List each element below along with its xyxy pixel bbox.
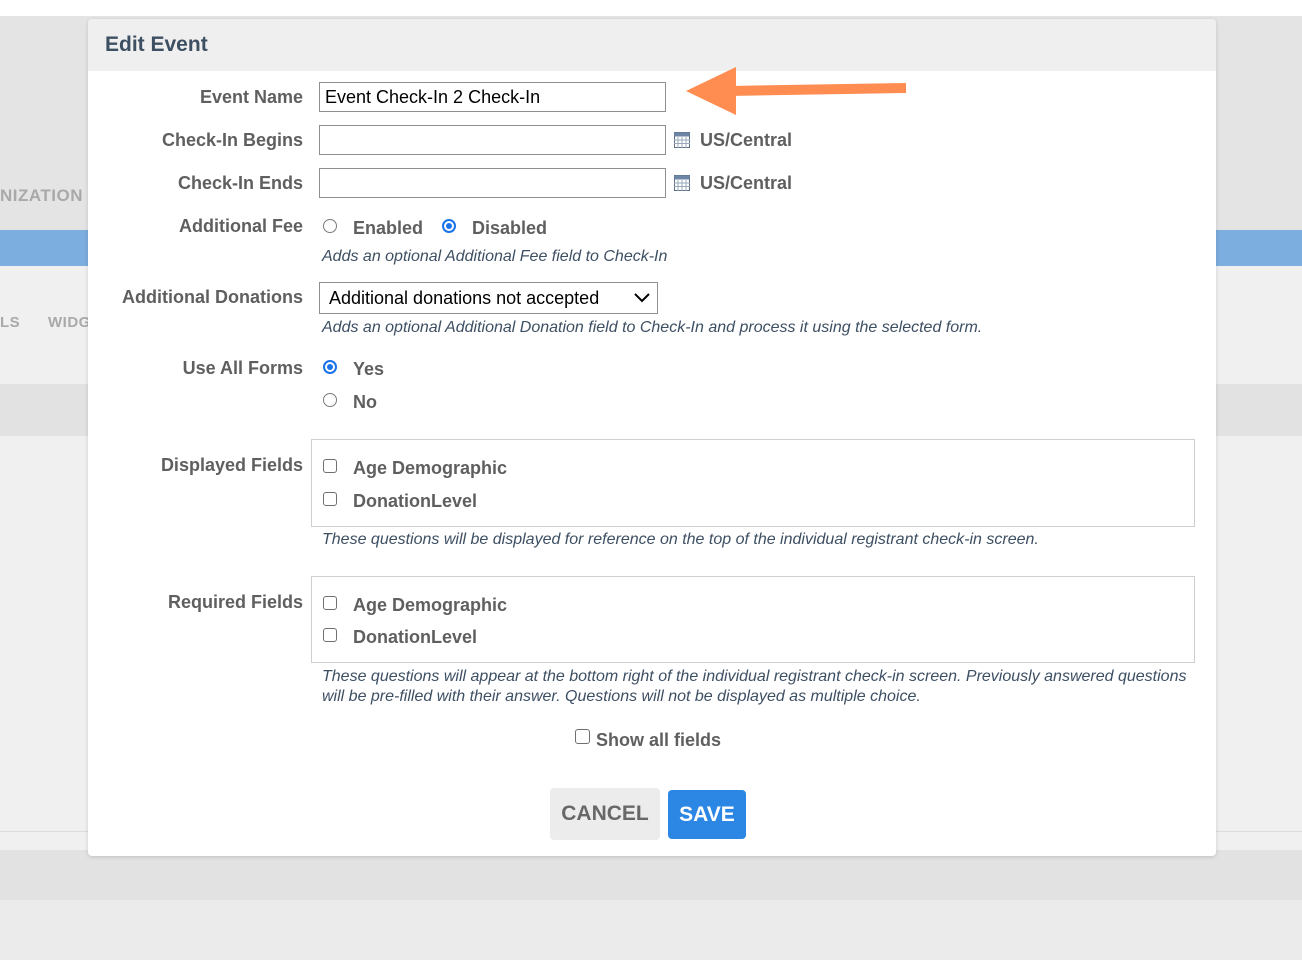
required-fields-help: These questions will appear at the botto… bbox=[322, 668, 1187, 705]
background-tab-fragment: LS bbox=[0, 314, 21, 331]
displayed-fields-label: Displayed Fields bbox=[160, 455, 303, 475]
checkin-begins-timezone: US/Central bbox=[700, 130, 793, 150]
checkin-begins-label: Check-In Begins bbox=[161, 130, 303, 150]
additional-donations-help: Adds an optional Additional Donation fie… bbox=[322, 319, 983, 336]
use-all-forms-yes-label[interactable]: Yes bbox=[353, 359, 384, 380]
cancel-button[interactable]: CANCEL bbox=[550, 788, 660, 840]
calendar-icon[interactable] bbox=[674, 132, 690, 148]
checkin-ends-input[interactable] bbox=[319, 168, 666, 198]
additional-fee-disabled-label[interactable]: Disabled bbox=[472, 218, 547, 239]
additional-fee-label: Additional Fee bbox=[178, 216, 303, 236]
displayed-field-checkbox-donation-level[interactable] bbox=[323, 492, 337, 506]
required-field-label-donation-level[interactable]: DonationLevel bbox=[353, 627, 477, 648]
event-name-label: Event Name bbox=[199, 87, 303, 107]
use-all-forms-no-label[interactable]: No bbox=[353, 392, 377, 413]
background-top-bar bbox=[0, 0, 1302, 16]
displayed-field-label-age-demographic[interactable]: Age Demographic bbox=[353, 458, 507, 479]
edit-event-modal: Edit Event Event Name Check-In Begins US… bbox=[88, 19, 1216, 856]
additional-fee-disabled-radio[interactable] bbox=[442, 219, 456, 233]
required-fields-box bbox=[311, 576, 1195, 663]
checkin-ends-label: Check-In Ends bbox=[177, 173, 303, 193]
show-all-fields-label[interactable]: Show all fields bbox=[596, 730, 721, 751]
required-field-label-age-demographic[interactable]: Age Demographic bbox=[353, 595, 507, 616]
additional-donations-label: Additional Donations bbox=[122, 287, 303, 307]
calendar-icon[interactable] bbox=[674, 175, 690, 191]
additional-fee-enabled-label[interactable]: Enabled bbox=[353, 218, 423, 239]
displayed-field-label-donation-level[interactable]: DonationLevel bbox=[353, 491, 477, 512]
displayed-fields-help: These questions will be displayed for re… bbox=[322, 531, 1039, 548]
modal-header: Edit Event bbox=[88, 19, 1216, 71]
additional-fee-enabled-radio[interactable] bbox=[323, 219, 337, 233]
checkin-begins-input[interactable] bbox=[319, 125, 666, 155]
arrow-left-icon bbox=[686, 67, 907, 115]
use-all-forms-no-radio[interactable] bbox=[323, 393, 337, 407]
displayed-field-checkbox-age-demographic[interactable] bbox=[323, 459, 337, 473]
additional-donations-selected-value: Additional donations not accepted bbox=[329, 287, 600, 308]
chevron-down-icon bbox=[634, 293, 650, 303]
modal-title: Edit Event bbox=[105, 33, 208, 56]
background-footer-band bbox=[0, 850, 1302, 900]
required-fields-label: Required Fields bbox=[167, 592, 303, 612]
background-footer bbox=[0, 900, 1302, 960]
additional-donations-select[interactable]: Additional donations not accepted bbox=[319, 282, 658, 314]
checkin-ends-timezone: US/Central bbox=[700, 173, 793, 193]
required-field-checkbox-donation-level[interactable] bbox=[323, 628, 337, 642]
use-all-forms-yes-radio[interactable] bbox=[323, 360, 337, 374]
required-field-checkbox-age-demographic[interactable] bbox=[323, 596, 337, 610]
save-button[interactable]: SAVE bbox=[668, 790, 746, 839]
displayed-fields-box bbox=[311, 439, 1195, 527]
event-name-input[interactable] bbox=[319, 82, 666, 112]
background-org-fragment: NIZATION bbox=[0, 186, 84, 205]
background-tab-fragment-widgets: WIDG bbox=[48, 314, 91, 331]
use-all-forms-label: Use All Forms bbox=[182, 358, 303, 378]
show-all-fields-checkbox[interactable] bbox=[575, 729, 590, 744]
additional-fee-help: Adds an optional Additional Fee field to… bbox=[322, 248, 668, 265]
